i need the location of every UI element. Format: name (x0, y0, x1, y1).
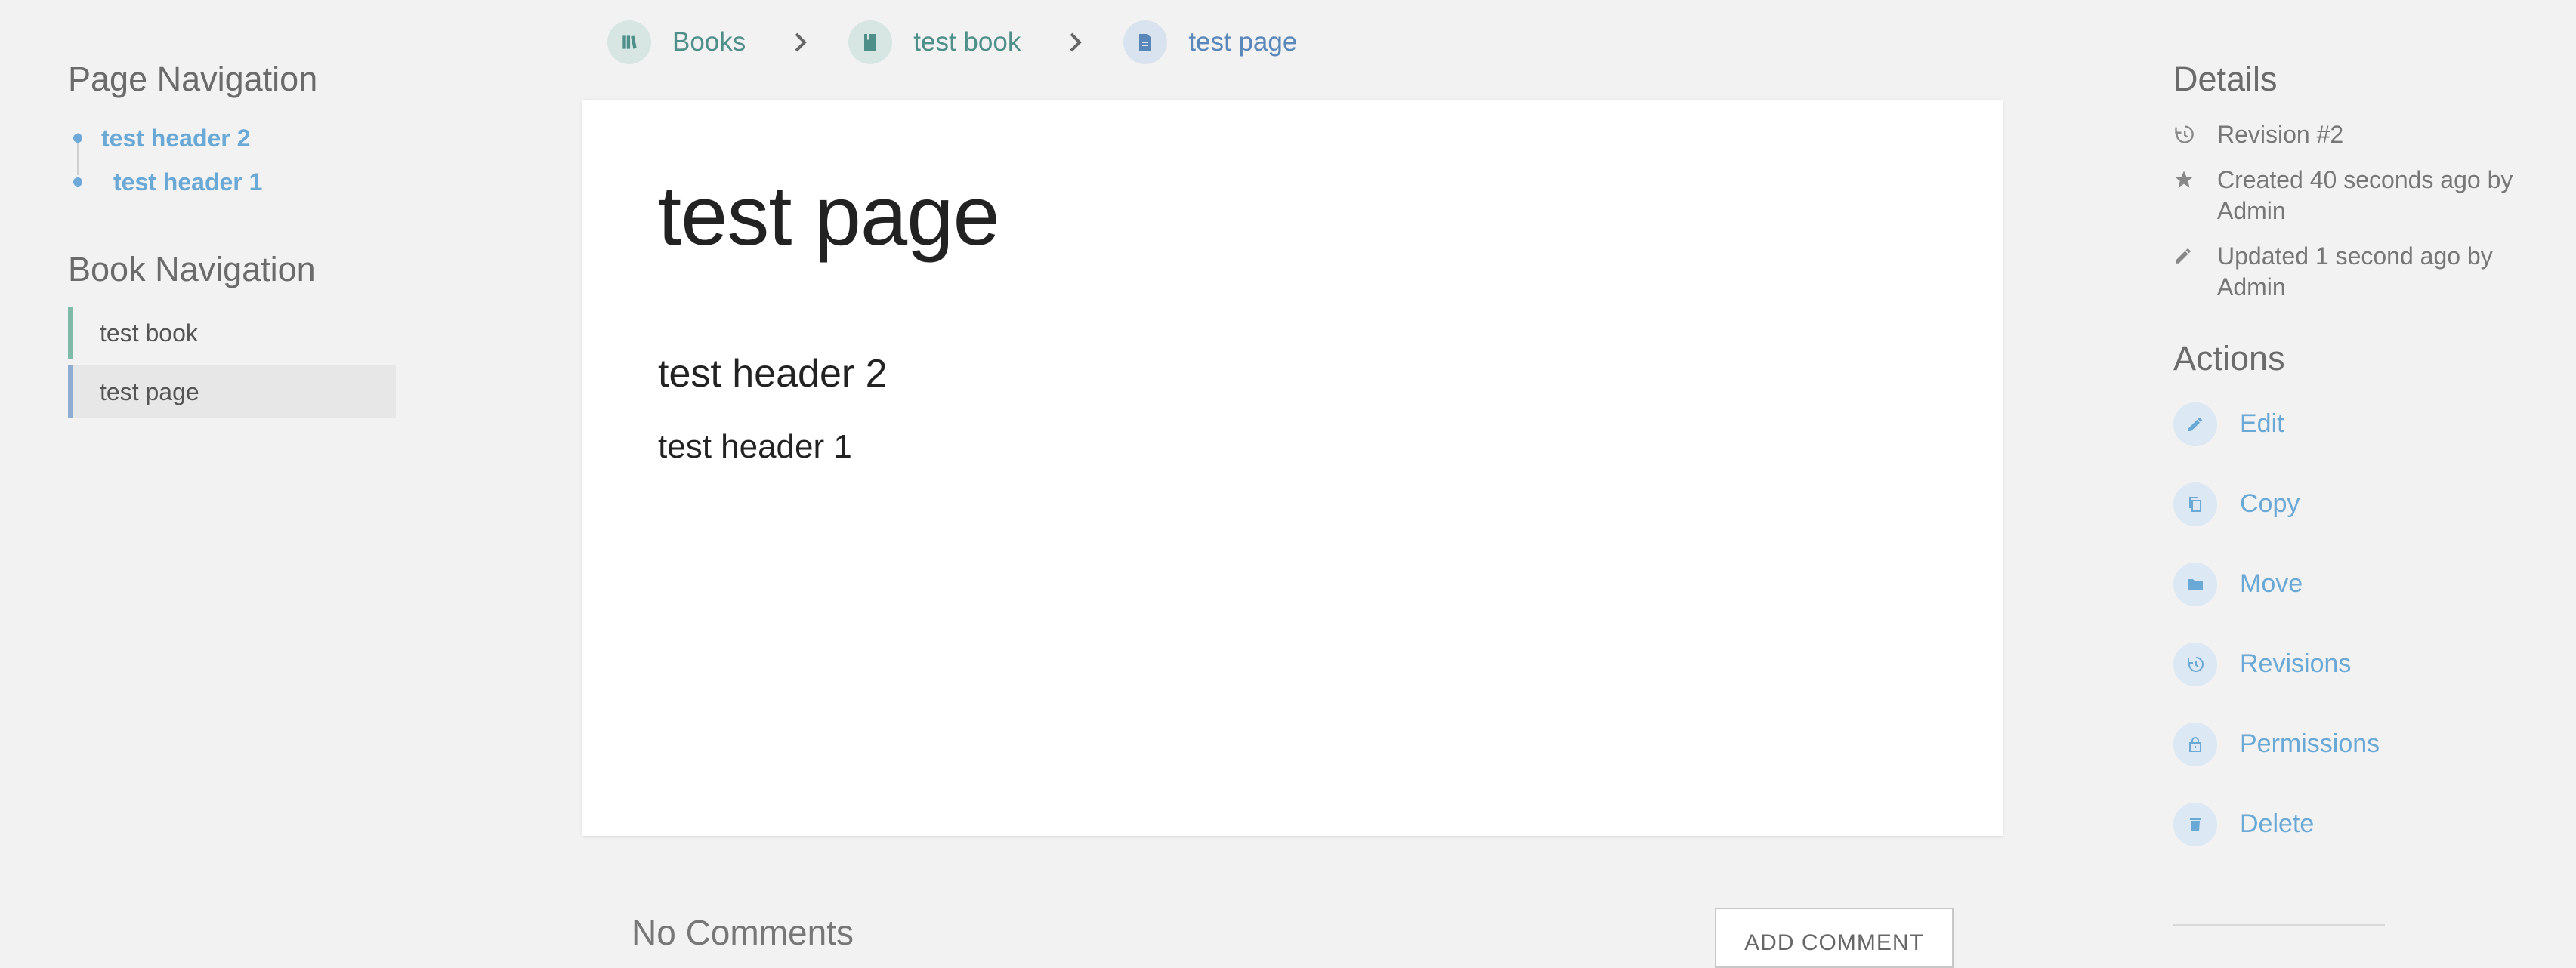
permissions-action[interactable]: Permissions (2173, 722, 2521, 767)
book-nav-item-book[interactable]: test book (68, 307, 396, 359)
revision-text: Revision #2 (2217, 121, 2344, 148)
page-navigation-heading: Page Navigation (68, 60, 318, 98)
details-heading: Details (2173, 60, 2278, 98)
created-text: Created 40 seconds ago by Admin (2217, 165, 2513, 225)
detail-updated: Updated 1 second ago by Admin (2173, 241, 2521, 304)
page-content: test page test header 2 test header 1 (582, 100, 2003, 836)
left-sidebar: Page Navigation test header 2 test heade… (68, 59, 431, 424)
books-icon (607, 20, 651, 64)
breadcrumb-book[interactable]: test book (848, 20, 1021, 64)
actions-list: Edit Copy Move Revisions Permissions Del… (2173, 402, 2521, 847)
breadcrumb-book-label: test book (913, 27, 1021, 57)
actions-divider (2173, 924, 2385, 926)
pencil-icon (2173, 241, 2199, 271)
delete-label: Delete (2240, 809, 2315, 839)
breadcrumb: Books test book test page (607, 18, 1297, 66)
breadcrumb-page[interactable]: test page (1123, 20, 1297, 64)
folder-icon (2173, 562, 2217, 606)
page-nav-link-header-2[interactable]: test header 2 (101, 125, 250, 153)
lock-icon (2173, 722, 2217, 766)
actions-heading: Actions (2173, 338, 2285, 378)
edit-action[interactable]: Edit (2173, 402, 2521, 447)
move-label: Move (2240, 569, 2303, 599)
breadcrumb-page-label: test page (1188, 27, 1298, 57)
revisions-label: Revisions (2240, 649, 2352, 679)
page-nav-item: test header 1 (68, 160, 431, 204)
right-sidebar: Details Revision #2 Created 40 seconds a… (2173, 59, 2521, 882)
book-navigation-heading: Book Navigation (68, 250, 316, 288)
updated-text: Updated 1 second ago by Admin (2217, 242, 2493, 301)
page-nav-link-header-1[interactable]: test header 1 (113, 168, 262, 196)
history-icon (2173, 642, 2217, 686)
copy-icon (2173, 482, 2217, 526)
delete-action[interactable]: Delete (2173, 802, 2521, 847)
add-comment-button[interactable]: ADD COMMENT (1715, 908, 1954, 968)
bullet-icon (73, 177, 82, 187)
page-nav-item: test header 2 (68, 116, 431, 160)
trash-icon (2173, 802, 2217, 846)
permissions-label: Permissions (2240, 729, 2380, 759)
page-icon (1123, 20, 1168, 64)
comments-title: No Comments (632, 913, 854, 952)
book-icon (848, 20, 893, 64)
detail-created: Created 40 seconds ago by Admin (2173, 165, 2521, 227)
copy-action[interactable]: Copy (2173, 482, 2521, 527)
page-title: test page (658, 168, 1000, 263)
content-header-2: test header 2 (658, 352, 888, 396)
pencil-icon (2173, 402, 2217, 446)
book-nav-item-page[interactable]: test page (68, 365, 396, 418)
content-header-1: test header 1 (658, 428, 852, 466)
bullet-icon (73, 134, 82, 143)
details-list: Revision #2 Created 40 seconds ago by Ad… (2173, 119, 2521, 304)
page-navigation-list: test header 2 test header 1 (68, 116, 431, 204)
chevron-right-icon (792, 31, 809, 54)
breadcrumb-books[interactable]: Books (607, 20, 746, 64)
detail-revision: Revision #2 (2173, 119, 2521, 151)
star-icon (2173, 165, 2199, 195)
breadcrumb-books-label: Books (672, 27, 746, 57)
copy-label: Copy (2240, 489, 2300, 519)
book-navigation-list: test book test page (68, 307, 431, 418)
move-action[interactable]: Move (2173, 562, 2521, 607)
edit-label: Edit (2240, 409, 2284, 439)
history-icon (2173, 119, 2199, 150)
chevron-right-icon (1067, 31, 1084, 54)
revisions-action[interactable]: Revisions (2173, 642, 2521, 687)
